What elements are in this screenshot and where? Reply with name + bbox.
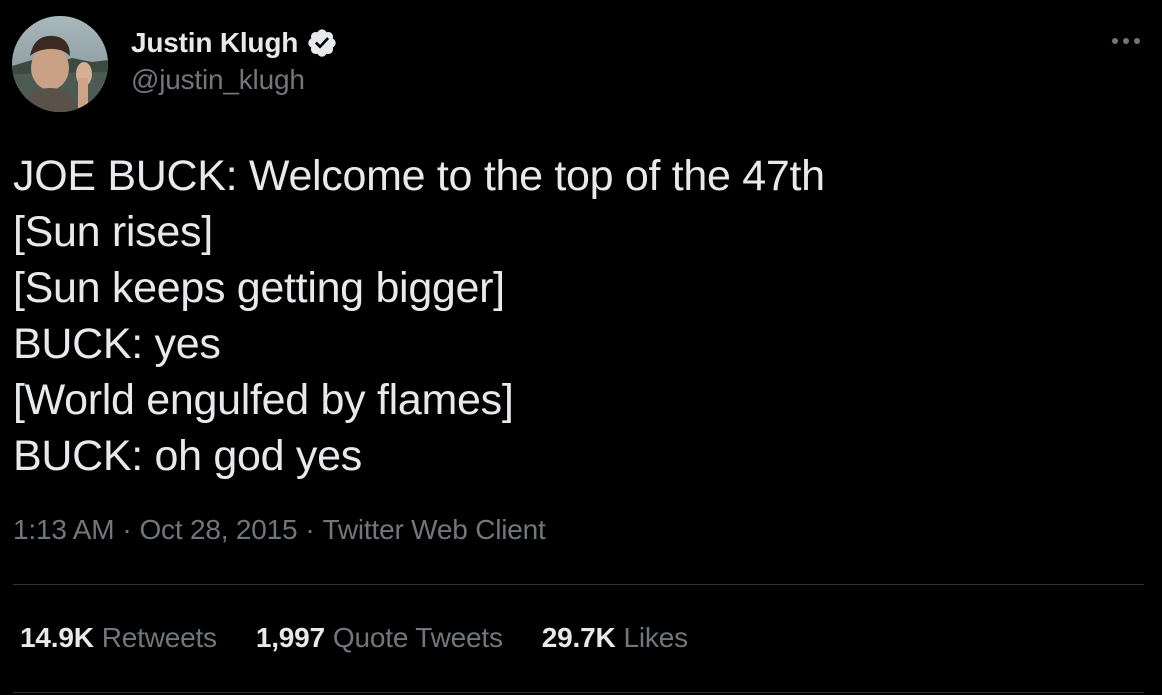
likes-stat[interactable]: 29.7K Likes [542,622,688,654]
tweet-text: JOE BUCK: Welcome to the top of the 47th… [13,148,1133,484]
author-name[interactable]: Justin Klugh [131,27,298,59]
tweet-line: BUCK: oh god yes [13,432,362,480]
tweet-card: Justin Klugh @justin_klugh JOE BUCK: Wel… [0,0,1162,695]
tweet-date[interactable]: Oct 28, 2015 [139,514,297,546]
tweet-line: BUCK: yes [13,320,221,368]
author-handle[interactable]: @justin_klugh [131,64,305,96]
tweet-meta: 1:13 AM · Oct 28, 2015 · Twitter Web Cli… [13,514,546,546]
retweets-stat[interactable]: 14.9K Retweets [20,622,217,654]
retweets-count: 14.9K [20,622,94,653]
avatar[interactable] [12,16,108,112]
tweet-line: JOE BUCK: Welcome to the top of the 47th [13,152,825,200]
likes-count: 29.7K [541,622,616,653]
tweet-line: [Sun rises] [13,208,213,256]
quote-tweets-count: 1,997 [255,622,325,653]
tweet-time[interactable]: 1:13 AM [13,514,115,546]
retweets-label: Retweets [101,622,217,653]
divider [13,692,1144,693]
verified-badge-icon [306,27,338,59]
author-name-row: Justin Klugh [131,25,338,61]
quote-tweets-stat[interactable]: 1,997 Quote Tweets [256,622,503,654]
divider [13,584,1144,585]
meta-separator: · [122,514,132,545]
likes-label: Likes [623,622,689,653]
tweet-line: [Sun keeps getting bigger] [13,264,505,312]
tweet-stats: 14.9K Retweets 1,997 Quote Tweets 29.7K … [20,622,727,654]
more-dots-icon[interactable] [1106,28,1146,54]
meta-separator: · [305,514,315,545]
tweet-source[interactable]: Twitter Web Client [323,514,546,546]
quote-tweets-label: Quote Tweets [332,622,503,653]
tweet-line: [World engulfed by flames] [13,376,514,424]
avatar-photo [12,16,108,112]
